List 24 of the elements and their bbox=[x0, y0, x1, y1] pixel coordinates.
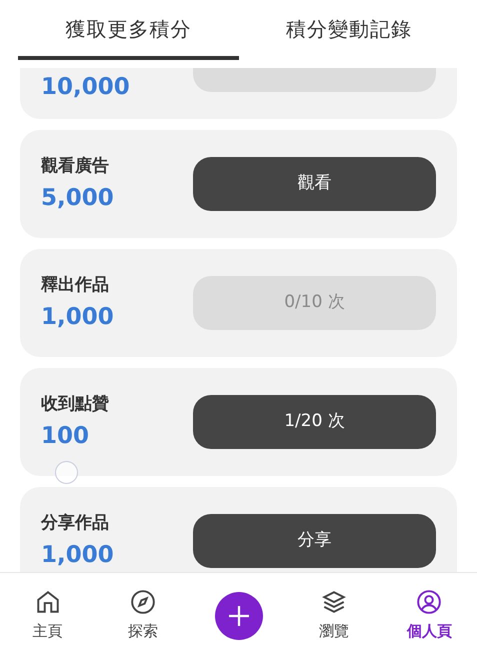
compass-icon bbox=[130, 588, 156, 615]
touch-indicator bbox=[55, 461, 78, 484]
task-title: 觀看廣告 bbox=[41, 154, 110, 178]
task-button[interactable]: 1/20 次 bbox=[193, 395, 436, 449]
task-button[interactable]: 分享 bbox=[193, 514, 436, 568]
nav-item[interactable]: 個人頁 bbox=[406, 588, 452, 642]
task-title: 收到點贊 bbox=[41, 392, 110, 416]
nav-item[interactable]: 瀏覽 bbox=[318, 588, 349, 642]
tab[interactable]: 獲取更多積分 bbox=[18, 2, 238, 60]
points-value: 5,000 bbox=[41, 184, 115, 212]
points-value: 10,000 bbox=[41, 72, 131, 102]
points-value: 1,000 bbox=[41, 302, 115, 332]
task-button[interactable]: 觀看 bbox=[193, 157, 436, 211]
points-value: 100 bbox=[41, 422, 90, 450]
home-icon bbox=[34, 588, 61, 615]
plus-icon bbox=[226, 604, 251, 628]
task-title: 釋出作品 bbox=[41, 274, 110, 296]
task-title: 分享作品 bbox=[41, 512, 110, 534]
nav-item[interactable]: 主頁 bbox=[32, 588, 63, 642]
nav-item[interactable]: 探索 bbox=[128, 588, 158, 642]
points-value: 1,000 bbox=[41, 540, 115, 570]
layers-icon bbox=[320, 588, 347, 615]
tab[interactable]: 積分變動記錄 bbox=[238, 2, 459, 60]
profile-icon bbox=[416, 588, 442, 615]
